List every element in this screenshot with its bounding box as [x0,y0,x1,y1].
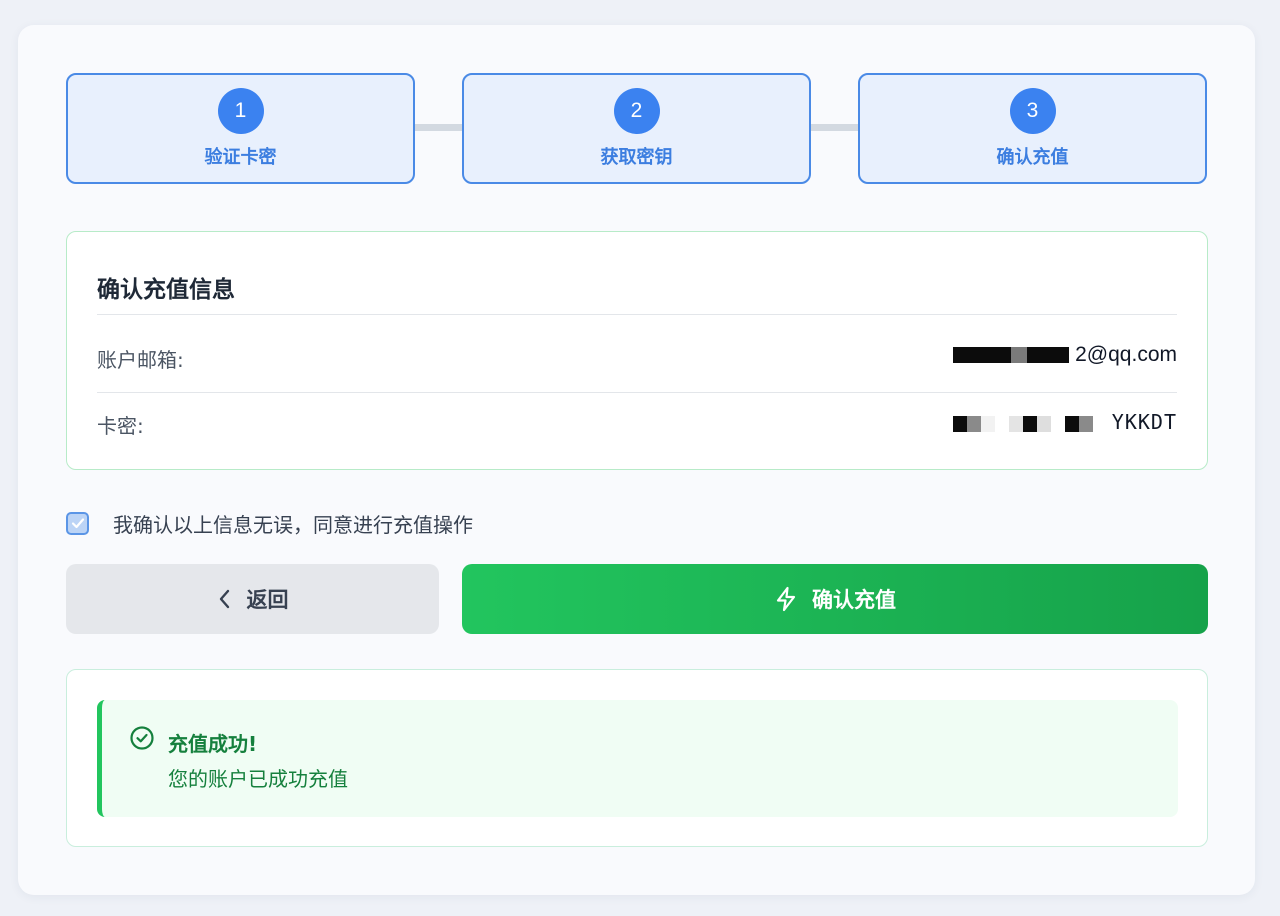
agreement-row[interactable]: 我确认以上信息无误，同意进行充值操作 [66,510,473,537]
step-label: 获取密钥 [600,147,673,168]
redacted-block [1011,347,1028,364]
redacted-block [1036,415,1051,432]
result-panel: 充值成功! 您的账户已成功充值 [66,669,1208,847]
step-number: 3 [1009,88,1056,134]
info-title: 确认充值信息 [97,277,235,303]
redacted-block [952,415,967,432]
back-button-label: 返回 [246,588,289,612]
step-label: 确认充值 [996,147,1069,168]
confirm-recharge-button[interactable]: 确认充值 [462,564,1208,634]
confirm-info-panel: 确认充值信息 账户邮箱: 2@qq.com 卡密: YKKDT [66,231,1208,470]
redacted-block [1027,347,1070,364]
step-number: 1 [217,88,264,134]
agreement-checkbox[interactable] [66,511,89,535]
email-label: 账户邮箱: [97,348,184,372]
card-key-value-row: YKKDT [952,410,1177,434]
chevron-left-icon [217,588,233,610]
recharge-card: 1 验证卡密 2 获取密钥 3 确认充值 确认充值信息 账户邮箱: 2@qq.c… [18,25,1255,895]
success-message: 您的账户已成功充值 [168,767,348,791]
step-1: 1 验证卡密 [66,73,415,184]
redacted-block [953,347,1012,364]
step-label: 验证卡密 [204,147,277,168]
step-connector [808,124,860,131]
email-value-row: 2@qq.com [953,343,1177,367]
check-circle-icon [129,725,155,755]
step-connector [412,124,464,131]
step-number: 2 [613,88,660,134]
step-2: 2 获取密钥 [462,73,811,184]
card-key-label: 卡密: [97,414,144,438]
step-3: 3 确认充值 [858,73,1207,184]
confirm-button-label: 确认充值 [812,588,896,612]
email-value: 2@qq.com [1075,343,1177,366]
divider [97,314,1177,315]
card-key-value: YKKDT [1111,410,1177,434]
redacted-block [1008,415,1023,432]
divider [97,392,1177,393]
success-alert: 充值成功! 您的账户已成功充值 [97,700,1178,817]
back-button[interactable]: 返回 [66,564,439,634]
redacted-block [1022,415,1037,432]
agreement-text: 我确认以上信息无误，同意进行充值操作 [113,512,473,537]
lightning-icon [774,586,798,612]
success-title: 充值成功! [168,732,258,756]
redacted-block [1078,415,1093,432]
check-icon [71,518,84,529]
step-indicator: 1 验证卡密 2 获取密钥 3 确认充值 [66,73,1208,184]
redacted-block [966,415,981,432]
redacted-block [980,415,995,432]
redacted-block [1064,415,1079,432]
